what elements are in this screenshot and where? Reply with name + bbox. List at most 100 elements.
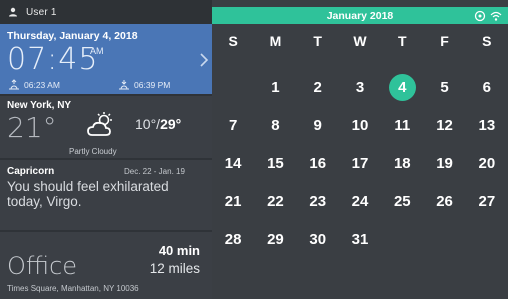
calendar-day-number: 30: [309, 231, 327, 248]
weekday-label: T: [313, 33, 322, 49]
calendar-day-number: 5: [440, 79, 449, 96]
calendar-day[interactable]: 25: [381, 188, 423, 226]
calendar-day[interactable]: 27: [466, 188, 508, 226]
calendar-day[interactable]: 23: [297, 188, 339, 226]
calendar-day[interactable]: 2: [297, 74, 339, 112]
weather-condition: Partly Cloudy: [69, 147, 117, 156]
calendar-day[interactable]: 31: [339, 226, 381, 264]
calendar-day[interactable]: 7: [212, 112, 254, 150]
calendar-day[interactable]: 4: [381, 74, 423, 112]
horoscope-card[interactable]: Capricorn Dec. 22 - Jan. 19 You should f…: [0, 160, 212, 232]
date-text: Thursday, January 4, 2018: [7, 30, 138, 42]
calendar-grid: 1 2 3 4 5 6 7 8 9 10 11 12 13 14 15 16 17 18 19 20 21 22 23 24 2…: [212, 74, 508, 264]
calendar-day[interactable]: 9: [297, 112, 339, 150]
calendar-day[interactable]: 16: [297, 150, 339, 188]
calendar-day[interactable]: 29: [254, 226, 296, 264]
calendar-day-number: 25: [393, 193, 411, 210]
calendar-day[interactable]: 21: [212, 188, 254, 226]
calendar-day-number: 9: [313, 117, 322, 134]
calendar-day[interactable]: 28: [212, 226, 254, 264]
calendar-day[interactable]: 24: [339, 188, 381, 226]
calendar-day-number: 22: [267, 193, 284, 210]
calendar-day-number: 15: [267, 155, 284, 172]
calendar-day-today: 4: [388, 74, 416, 101]
calendar-day[interactable]: 6: [466, 74, 508, 112]
calendar-day-number: 20: [478, 155, 496, 172]
calendar-day-number: 23: [309, 193, 327, 210]
calendar-day[interactable]: 1: [254, 74, 296, 112]
calendar-title: January 2018: [326, 9, 394, 22]
calendar-day[interactable]: 22: [254, 188, 296, 226]
calendar-day-number: [220, 74, 247, 101]
calendar-day-number: 24: [351, 193, 369, 210]
sunrise-icon: [9, 79, 19, 90]
calendar-day[interactable]: 5: [423, 74, 465, 112]
weekday-label: S: [482, 33, 492, 49]
sunset-icon: [119, 80, 129, 90]
calendar-day[interactable]: 26: [423, 188, 465, 226]
calendar-day[interactable]: 12: [423, 112, 465, 150]
calendar-day-number: 10: [351, 117, 369, 134]
calendar-day[interactable]: 3: [339, 74, 381, 112]
weather-high: 10°: [135, 116, 157, 132]
weekday-label: T: [398, 33, 407, 49]
calendar-day-number: 7: [228, 117, 238, 134]
commute-address: Times Square, Manhattan, NY 10036: [7, 284, 139, 293]
calendar-day[interactable]: 11: [381, 112, 423, 150]
calendar-day[interactable]: 20: [466, 150, 508, 188]
calendar-day[interactable]: 15: [254, 150, 296, 188]
clock-time: 07:45: [7, 42, 99, 77]
calendar-day[interactable]: 18: [381, 150, 423, 188]
weather-city: New York, NY: [7, 100, 72, 111]
horoscope-message: You should feel exhilarated today, Virgo…: [7, 179, 169, 209]
calendar-day-number: 27: [478, 193, 496, 210]
dashboard: User 1 Thursday, January 4, 2018 07:45 A…: [0, 0, 508, 299]
calendar-day[interactable]: 19: [423, 150, 465, 188]
calendar-day[interactable]: 17: [339, 150, 381, 188]
commute-minutes: 40 min: [158, 243, 200, 258]
weather-temp: 21°: [7, 111, 57, 144]
sunset: 06:39 PM: [117, 79, 170, 91]
commute-card[interactable]: Office 40 min 12 miles Times Square, Man…: [0, 232, 212, 299]
calendar-day-number: 11: [394, 117, 411, 134]
calendar-empty-cell: [212, 74, 254, 112]
weather-low: 29°: [160, 116, 182, 132]
calendar-day[interactable]: 13: [466, 112, 508, 150]
commute-place: Office: [7, 252, 78, 280]
settings-icon[interactable]: [474, 9, 486, 22]
date-time-card[interactable]: Thursday, January 4, 2018 07:45 AM 06:23…: [0, 24, 212, 96]
calendar-day-number: 3: [355, 79, 365, 96]
calendar-day[interactable]: 8: [254, 112, 296, 150]
user-bar[interactable]: User 1: [0, 0, 212, 24]
clock-ampm: AM: [90, 46, 104, 56]
weekday-label: W: [353, 33, 367, 49]
calendar-day-number: 6: [482, 79, 492, 96]
left-panel: User 1 Thursday, January 4, 2018 07:45 A…: [0, 0, 212, 299]
calendar-day-number: 12: [436, 117, 453, 134]
partly-cloudy-icon: [87, 112, 112, 136]
status-icons: [474, 9, 502, 22]
calendar-day-number: 31: [351, 231, 369, 248]
calendar-day-number: 8: [271, 117, 280, 134]
calendar-day[interactable]: 14: [212, 150, 254, 188]
weekday-row: S M T W T F S: [212, 33, 508, 49]
wifi-icon[interactable]: [490, 9, 502, 21]
calendar-day-number: 28: [224, 231, 242, 248]
chevron-right-icon[interactable]: [199, 52, 209, 68]
calendar-day-number: 13: [478, 117, 496, 134]
sunrise-time: 06:23 AM: [24, 80, 60, 90]
weekday-label: F: [440, 33, 449, 49]
calendar-day-number: 1: [271, 79, 280, 96]
calendar-day-number: 19: [436, 155, 453, 172]
weather-card[interactable]: New York, NY 21° 10°/29° Partly Cloudy: [0, 96, 212, 160]
calendar-day-number: 21: [224, 193, 242, 210]
user-icon: [6, 5, 20, 19]
calendar-header: January 2018: [212, 7, 508, 24]
calendar-day-number: 26: [436, 193, 453, 210]
calendar-day[interactable]: 10: [339, 112, 381, 150]
user-label: User 1: [26, 6, 57, 18]
calendar-day-number: 18: [393, 155, 411, 172]
calendar-day[interactable]: 30: [297, 226, 339, 264]
horoscope-sign: Capricorn: [7, 166, 55, 177]
calendar-day-number: 14: [224, 155, 242, 172]
